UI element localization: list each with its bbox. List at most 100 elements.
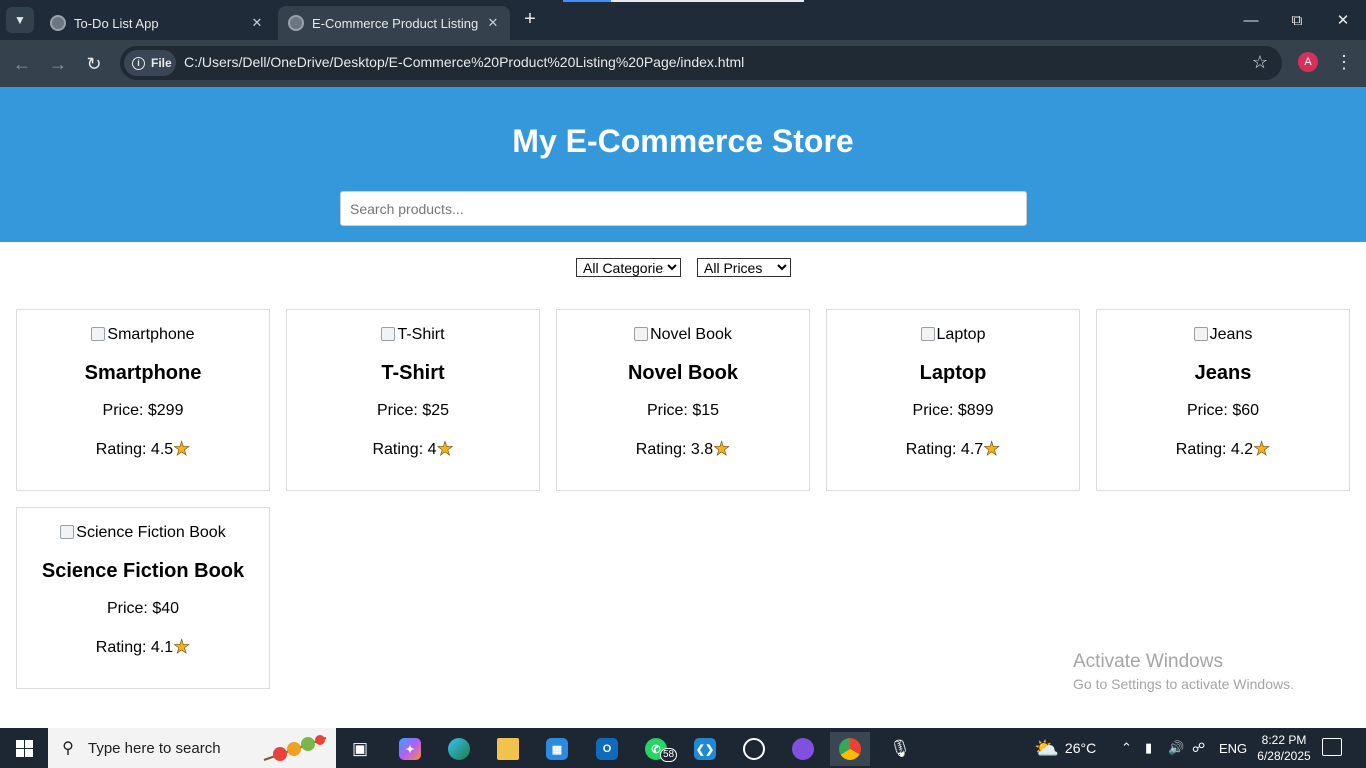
product-card: T-Shirt T-Shirt Price: $25 Rating: 4★ <box>286 309 540 491</box>
outlook-icon[interactable]: O <box>587 732 627 766</box>
voice-recorder-icon[interactable]: 🎙 <box>880 732 920 766</box>
product-price: Price: $25 <box>376 402 450 419</box>
info-icon: i <box>132 56 145 70</box>
file-explorer-icon[interactable] <box>488 732 528 766</box>
chevron-down-icon: ▼ <box>14 13 26 27</box>
product-card: Laptop Laptop Price: $899 Rating: 4.7★ <box>826 309 1080 491</box>
browser-tab-strip: ▼ To-Do List App ✕ E-Commerce Product Li… <box>0 0 1366 40</box>
task-view-icon[interactable]: ▣ <box>340 732 380 766</box>
tab-ecommerce-listing[interactable]: E-Commerce Product Listing ✕ <box>278 6 510 40</box>
whatsapp-icon[interactable]: ✆ 58 <box>636 732 678 766</box>
search-icon: ⚲ <box>62 740 74 757</box>
taskbar-search-box[interactable]: ⚲ Type here to search <box>48 728 336 768</box>
copilot-icon[interactable]: ✦ <box>390 732 430 766</box>
price-filter-select[interactable]: All Prices <box>697 258 791 277</box>
product-rating: Rating: 4.7★ <box>905 439 1001 461</box>
product-card: Science Fiction Book Science Fiction Boo… <box>16 507 270 689</box>
weather-widget[interactable]: ⛅ 26°C <box>1034 728 1096 768</box>
product-rating: Rating: 4.5★ <box>95 439 191 461</box>
address-bar[interactable]: i File C:/Users/Dell/OneDrive/Desktop/E-… <box>120 46 1282 80</box>
site-info-chip[interactable]: i File <box>124 50 176 76</box>
weather-cloud-icon: ⛅ <box>1034 737 1059 760</box>
image-alt-text: Novel Book <box>650 326 732 343</box>
system-clock[interactable]: 8:22 PM 6/28/2025 <box>1255 732 1313 764</box>
image-alt-text: Laptop <box>936 326 986 343</box>
image-alt-text: Science Fiction Book <box>76 524 226 541</box>
image-alt-text: Jeans <box>1209 326 1253 343</box>
product-name: T-Shirt <box>381 362 445 384</box>
notification-center-icon[interactable] <box>1322 738 1342 756</box>
product-price: Price: $40 <box>106 600 180 617</box>
chrome-icon[interactable] <box>830 732 870 766</box>
windows-taskbar: ⚲ Type here to search ▣ ✦ ▦ O ✆ 58 ❮❯ 🎙 … <box>0 728 1366 768</box>
tab-title: E-Commerce Product Listing <box>312 15 479 31</box>
network-icon[interactable]: ☍ <box>1192 728 1205 768</box>
store-header: My E-Commerce Store <box>0 87 1366 242</box>
close-window-button[interactable]: ✕ <box>1320 0 1366 40</box>
clock-date: 6/28/2025 <box>1257 749 1311 763</box>
close-icon[interactable]: ✕ <box>482 15 504 31</box>
broken-image-icon <box>920 327 935 341</box>
product-image: T-Shirt <box>287 326 539 344</box>
new-tab-button[interactable]: + <box>518 8 542 32</box>
arrow-right-icon: → <box>49 53 67 74</box>
start-button[interactable] <box>0 728 48 768</box>
language-indicator[interactable]: ENG <box>1219 728 1247 768</box>
activate-windows-subtitle: Go to Settings to activate Windows. <box>1073 676 1294 692</box>
search-highlight-image <box>263 735 327 761</box>
broken-image-icon <box>1193 327 1208 341</box>
product-image: Smartphone <box>17 326 269 344</box>
broken-image-icon <box>381 327 396 341</box>
product-card: Novel Book Novel Book Price: $15 Rating:… <box>556 309 810 491</box>
product-name: Laptop <box>919 362 987 384</box>
activate-windows-title: Activate Windows <box>1073 651 1223 672</box>
product-card: Smartphone Smartphone Price: $299 Rating… <box>16 309 270 491</box>
product-image: Science Fiction Book <box>17 524 269 542</box>
browser-menu-icon[interactable]: ⋮ <box>1334 50 1354 74</box>
image-alt-text: Smartphone <box>107 326 195 343</box>
star-icon: ★ <box>173 439 191 461</box>
tab-title: To-Do List App <box>74 15 159 31</box>
star-icon: ★ <box>173 637 191 659</box>
product-rating: Rating: 4.1★ <box>95 637 191 659</box>
url-text[interactable]: C:/Users/Dell/OneDrive/Desktop/E-Commerc… <box>184 54 744 70</box>
tab-search-button[interactable]: ▼ <box>6 7 34 33</box>
tab-todo-list[interactable]: To-Do List App ✕ <box>40 6 274 40</box>
tab-loading-indicator <box>563 0 804 2</box>
clock-time: 8:22 PM <box>1261 733 1307 747</box>
product-rating: Rating: 3.8★ <box>635 439 731 461</box>
broken-image-icon <box>60 525 75 539</box>
close-icon[interactable]: ✕ <box>246 15 268 31</box>
product-name: Jeans <box>1194 362 1252 384</box>
product-price: Price: $299 <box>102 402 184 419</box>
product-image: Jeans <box>1097 326 1349 344</box>
restore-button[interactable]: ⧉ <box>1274 0 1320 40</box>
battery-icon[interactable]: ▮ <box>1145 728 1152 768</box>
edge-icon[interactable] <box>439 732 479 766</box>
forward-button[interactable]: → <box>44 50 72 78</box>
volume-icon[interactable]: 🔊 <box>1168 728 1184 768</box>
category-filter-select[interactable]: All Categories <box>576 258 681 277</box>
reload-icon: ↻ <box>86 53 102 74</box>
chatgpt-icon[interactable] <box>734 732 774 766</box>
broken-image-icon <box>634 327 649 341</box>
product-price: Price: $15 <box>646 402 720 419</box>
reload-button[interactable]: ↻ <box>80 50 108 78</box>
star-icon: ★ <box>713 439 731 461</box>
bookmark-star-icon[interactable]: ☆ <box>1252 52 1268 73</box>
github-desktop-icon[interactable] <box>783 732 823 766</box>
vscode-icon[interactable]: ❮❯ <box>685 732 725 766</box>
back-button[interactable]: ← <box>8 50 36 78</box>
search-input[interactable] <box>340 191 1027 226</box>
profile-avatar[interactable]: A <box>1298 52 1318 72</box>
show-hidden-icons-button[interactable]: ⌃ <box>1121 728 1132 768</box>
minimize-button[interactable]: — <box>1228 0 1274 40</box>
product-name: Novel Book <box>627 362 739 384</box>
microsoft-store-icon[interactable]: ▦ <box>537 732 577 766</box>
whatsapp-unread-badge: 58 <box>660 748 678 762</box>
product-name: Science Fiction Book <box>41 560 245 582</box>
chevron-up-icon: ⌃ <box>1121 740 1132 755</box>
product-price: Price: $899 <box>912 402 994 419</box>
site-info-label: File <box>151 56 172 70</box>
arrow-left-icon: ← <box>13 53 31 74</box>
